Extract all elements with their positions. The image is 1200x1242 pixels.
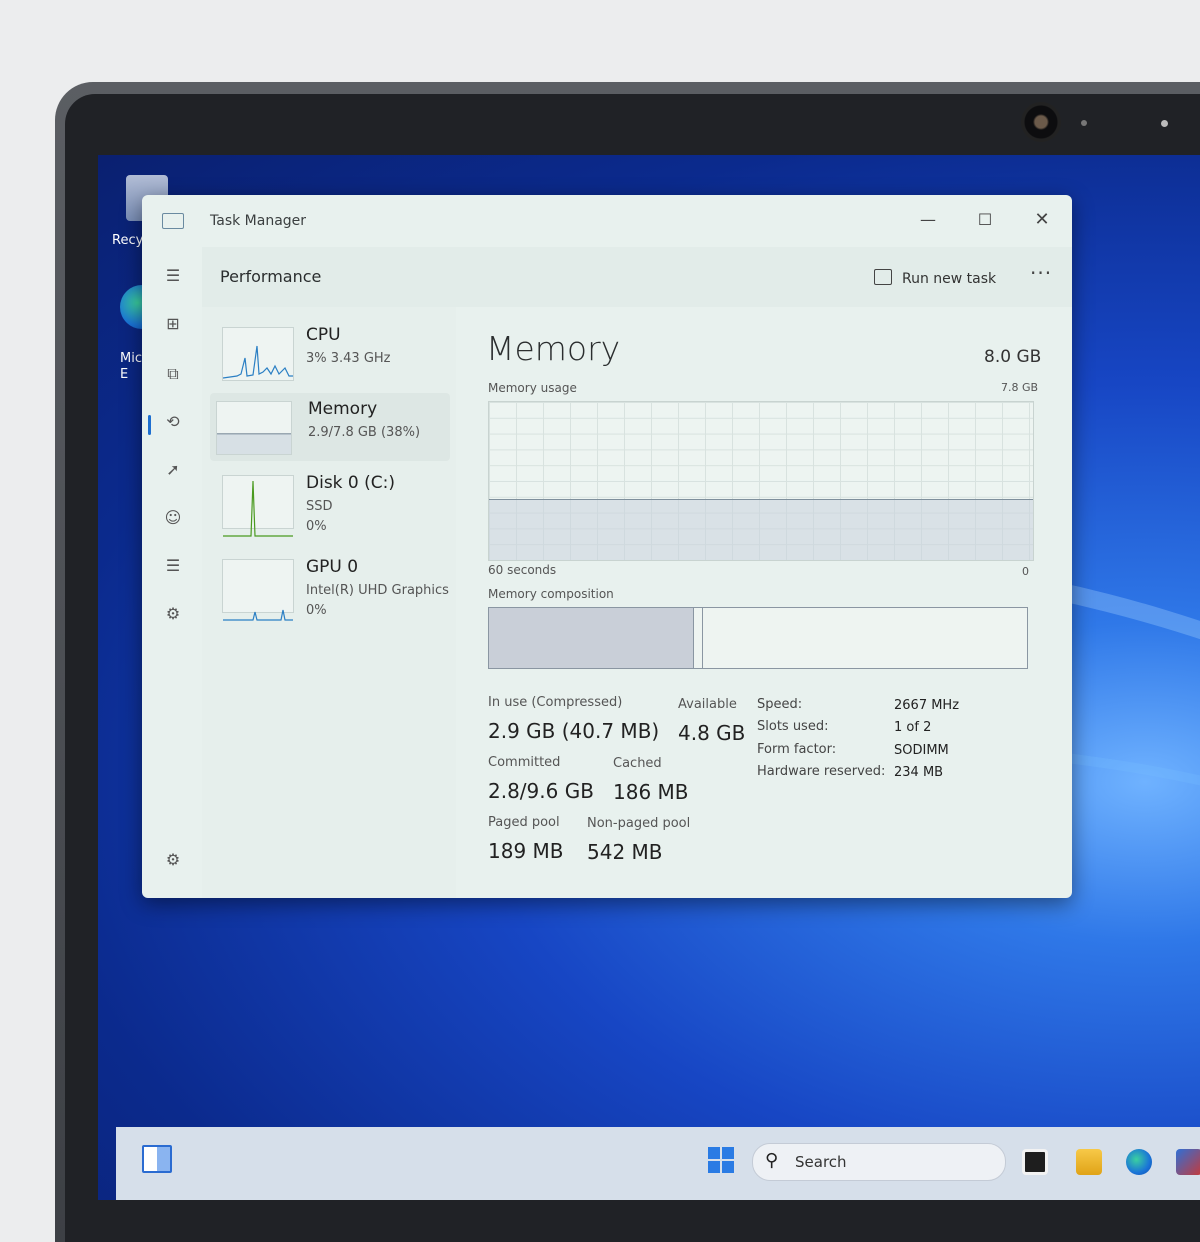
perf-item-gpu[interactable]: GPU 0 Intel(R) UHD Graphics 0% — [210, 551, 450, 621]
run-new-task-button[interactable]: Run new task — [874, 269, 996, 287]
memory-usage: 2.9/7.8 GB (38%) — [308, 425, 421, 440]
settings-gear-icon[interactable]: ⚙ — [162, 849, 184, 871]
hardware-reserved-value: 234 MB — [894, 765, 944, 780]
edge-label-line1: Mic — [120, 351, 142, 366]
memory-usage-graph — [488, 401, 1034, 561]
disk-name: Disk 0 (C:) — [306, 473, 396, 493]
speed-value: 2667 MHz — [894, 698, 960, 713]
startup-apps-icon[interactable]: ➚ — [162, 459, 184, 481]
title-bar[interactable]: Task Manager — ☐ ✕ — [142, 195, 1072, 245]
committed-label: Committed — [488, 755, 561, 770]
cached-value: 186 MB — [613, 780, 689, 804]
composition-in-use — [489, 608, 695, 668]
search-placeholder: Search — [795, 1153, 847, 1171]
cpu-usage: 3% 3.43 GHz — [306, 351, 391, 366]
form-factor-label: Form factor: — [757, 742, 837, 757]
zero-axis-label: 0 — [1022, 565, 1029, 578]
details-icon[interactable]: ☰ — [162, 555, 184, 577]
performance-list: CPU 3% 3.43 GHz Memory 2.9/7.8 GB (38%) … — [202, 307, 456, 898]
gpu-name: GPU 0 — [306, 557, 359, 577]
paged-pool-label: Paged pool — [488, 815, 560, 830]
edge-label-line2: E — [120, 367, 129, 382]
widgets-icon[interactable] — [142, 1145, 172, 1173]
gpu-usage: 0% — [306, 603, 327, 618]
memory-sparkline — [217, 433, 291, 454]
more-options-icon[interactable]: ··· — [1030, 261, 1052, 285]
non-paged-pool-value: 542 MB — [587, 840, 663, 864]
committed-value: 2.8/9.6 GB — [488, 779, 594, 803]
edge-desktop-label: Mic E — [120, 351, 142, 383]
cpu-name: CPU — [306, 325, 341, 345]
cpu-thumbnail-graph — [222, 327, 294, 381]
non-paged-pool-label: Non-paged pool — [587, 816, 691, 831]
edge-browser-icon[interactable] — [1126, 1149, 1152, 1175]
task-manager-window: Task Manager — ☐ ✕ ☰ ⊞ ⧉ ⟲ ➚ ☺ ☰ ⚙ ⚙ Per… — [142, 195, 1072, 898]
users-icon[interactable]: ☺ — [162, 507, 184, 529]
memory-usage-max: 7.8 GB — [1001, 381, 1039, 394]
hardware-reserved-label: Hardware reserved: — [757, 764, 886, 779]
disk-thumbnail-graph — [222, 475, 294, 537]
gpu-sparkline — [223, 609, 293, 621]
performance-icon[interactable]: ⧉ — [162, 363, 184, 385]
disk-usage: 0% — [306, 519, 327, 534]
perf-item-cpu[interactable]: CPU 3% 3.43 GHz — [210, 319, 450, 387]
task-view-icon[interactable] — [1022, 1149, 1048, 1175]
minimize-button[interactable]: — — [908, 205, 948, 235]
memory-usage-fill — [489, 498, 1033, 560]
in-use-label: In use (Compressed) — [488, 695, 623, 710]
memory-composition-bar — [488, 607, 1028, 669]
taskbar-search-box[interactable]: ⚲ Search — [752, 1143, 1006, 1181]
window-title: Task Manager — [210, 213, 307, 229]
cached-label: Cached — [613, 756, 662, 771]
page-title: Performance — [220, 267, 322, 286]
sensor-dot — [1161, 120, 1168, 127]
page-header: Performance Run new task ··· — [202, 247, 1072, 307]
close-button[interactable]: ✕ — [1022, 205, 1062, 235]
cpu-sparkline — [222, 345, 293, 379]
gpu-model: Intel(R) UHD Graphics — [306, 583, 449, 598]
recycle-bin-label: Recy — [112, 233, 144, 248]
available-value: 4.8 GB — [678, 721, 746, 745]
sensor-dot — [1081, 120, 1087, 126]
gpu-thumbnail-graph — [222, 559, 294, 621]
maximize-button[interactable]: ☐ — [965, 205, 1005, 235]
memory-name: Memory — [308, 399, 378, 419]
memory-total: 8.0 GB — [984, 347, 1042, 367]
form-factor-value: SODIMM — [894, 743, 949, 758]
taskbar: ⚲ Search — [116, 1127, 1200, 1200]
hamburger-menu-icon[interactable]: ☰ — [162, 265, 184, 287]
disk-type: SSD — [306, 499, 333, 514]
composition-modified — [694, 608, 704, 668]
in-use-value: 2.9 GB (40.7 MB) — [488, 719, 660, 743]
speed-label: Speed: — [757, 697, 803, 712]
app-history-icon[interactable]: ⟲ — [162, 411, 184, 433]
task-manager-app-icon — [162, 213, 184, 229]
active-indicator — [148, 415, 151, 435]
processes-icon[interactable]: ⊞ — [162, 313, 184, 335]
memory-panel: Memory 8.0 GB Memory usage 7.8 GB 60 sec… — [456, 307, 1072, 898]
new-task-icon — [874, 269, 892, 285]
start-button-icon[interactable] — [708, 1147, 734, 1173]
slots-used-value: 1 of 2 — [894, 720, 932, 735]
time-axis-label: 60 seconds — [488, 563, 557, 577]
webcam — [1021, 102, 1061, 142]
memory-usage-label: Memory usage — [488, 381, 577, 395]
memory-heading: Memory — [486, 329, 621, 368]
perf-item-memory[interactable]: Memory 2.9/7.8 GB (38%) — [210, 393, 450, 461]
memory-thumbnail-graph — [216, 401, 292, 455]
slots-used-label: Slots used: — [757, 719, 829, 734]
store-icon[interactable] — [1176, 1149, 1200, 1175]
disk-sparkline — [223, 480, 293, 537]
memory-composition-label: Memory composition — [488, 587, 614, 601]
file-explorer-icon[interactable] — [1076, 1149, 1102, 1175]
search-icon: ⚲ — [765, 1150, 779, 1171]
available-label: Available — [678, 697, 737, 712]
perf-item-disk[interactable]: Disk 0 (C:) SSD 0% — [210, 467, 450, 537]
services-icon[interactable]: ⚙ — [162, 603, 184, 625]
run-new-task-label: Run new task — [902, 271, 997, 287]
paged-pool-value: 189 MB — [488, 839, 564, 863]
